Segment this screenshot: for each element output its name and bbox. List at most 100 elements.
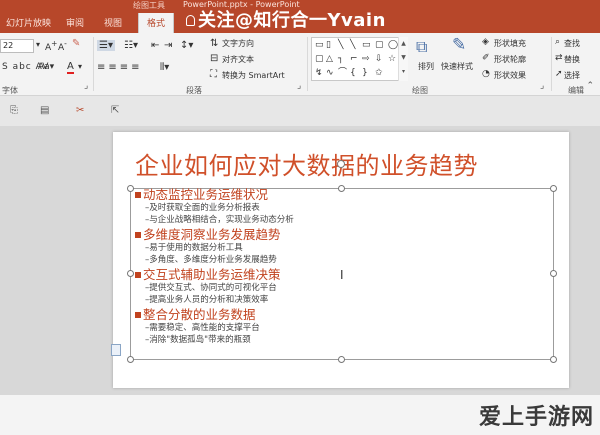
resize-handle-tr[interactable] xyxy=(550,185,557,192)
shape-fill-icon: ◈ xyxy=(482,37,489,47)
resize-handle-l[interactable] xyxy=(127,270,134,277)
increase-indent-icon[interactable]: ⇥ xyxy=(164,40,172,51)
shape-fill-button[interactable]: 形状填充 xyxy=(494,38,526,49)
bullet-heading[interactable]: 交互式辅助业务运维决策 xyxy=(135,267,294,282)
arrange-button[interactable]: 排列 xyxy=(418,61,434,72)
site-watermark: 爱上手游网 xyxy=(478,405,594,430)
bullet-subitem[interactable]: –需要稳定、高性能的支撑平台 xyxy=(135,322,294,334)
numbering-icon[interactable]: ☷▾ xyxy=(124,40,138,51)
curve-shape-icon[interactable]: ⌒ xyxy=(338,68,347,78)
tab-view[interactable]: 视图 xyxy=(104,16,122,29)
text-direction-icon: ⇅ xyxy=(210,38,219,49)
bullet-subitem[interactable]: –与企业战略相结合，实现业务动态分析 xyxy=(135,214,294,226)
star-shape-icon[interactable]: ☆ xyxy=(388,54,396,64)
alignment-icons[interactable]: ≡≡≡≡ xyxy=(97,62,143,73)
resize-handle-tl[interactable] xyxy=(127,185,134,192)
find-icon: ⌕ xyxy=(555,37,561,47)
bullet-heading[interactable]: 动态监控业务运维状况 xyxy=(135,187,294,202)
text-cursor-icon: I xyxy=(340,268,344,282)
align-text-icon: ⊟ xyxy=(210,53,219,64)
text-direction-button[interactable]: 文字方向 xyxy=(222,38,254,49)
line-spacing-icon[interactable]: ↕▾ xyxy=(180,40,193,51)
drawing-dialog-launcher-icon[interactable]: ⌟ xyxy=(540,81,544,91)
group-label-font: 字体 xyxy=(2,86,18,95)
bullets-icon[interactable]: ☰▾ xyxy=(97,40,115,51)
title-bar: 绘图工具 PowerPoint.pptx - PowerPoint 关注@知行合… xyxy=(0,0,600,33)
resize-handle-b[interactable] xyxy=(338,356,345,363)
format-painter-icon[interactable]: ✂ xyxy=(76,105,88,117)
bullet-subitem[interactable]: –多角度、多维度分析业务发展趋势 xyxy=(135,254,294,266)
textbox-shape-icon[interactable]: ▭ xyxy=(315,40,324,50)
bullet-subitem[interactable]: –提供交互式、协同式的可视化平台 xyxy=(135,282,294,294)
rounded-rect-shape-icon[interactable]: ▢ xyxy=(315,54,324,64)
select-button[interactable]: 选择 xyxy=(564,70,580,81)
copy-icon[interactable]: ⎘ xyxy=(10,105,22,117)
bullet-subitem[interactable]: –易于使用的数据分析工具 xyxy=(135,242,294,254)
connector-shape-icon[interactable]: ┐ xyxy=(338,54,343,64)
resize-handle-t[interactable] xyxy=(338,185,345,192)
shape-effects-button[interactable]: 形状效果 xyxy=(494,70,526,81)
find-button[interactable]: 查找 xyxy=(564,38,580,49)
select-cursor-icon[interactable]: ⇱ xyxy=(111,105,123,117)
star-small-shape-icon[interactable]: ✩ xyxy=(375,68,383,78)
smartart-icon: ⛶ xyxy=(210,69,217,80)
shape-outline-button[interactable]: 形状轮廓 xyxy=(494,54,526,65)
shapes-gallery[interactable]: ▭ ▯ ╲ ╲ ▭ ▢ ◯ ▢ △ ┐ ⌐ ⇨ ⇩ ☆ ↯ ∿ ⌒ { } ✩ xyxy=(311,37,407,81)
lightning-shape-icon[interactable]: ↯ xyxy=(315,68,323,78)
decrease-indent-icon[interactable]: ⇤ xyxy=(151,40,159,51)
bullet-subitem[interactable]: –提高业务人员的分析和决策效率 xyxy=(135,294,294,306)
line-shape-icon[interactable]: ╲ xyxy=(338,40,343,50)
context-tab-label: 绘图工具 xyxy=(133,1,165,10)
quick-styles-button[interactable]: 快速样式 xyxy=(441,61,473,72)
resize-handle-bl[interactable] xyxy=(127,356,134,363)
align-text-button[interactable]: 对齐文本 xyxy=(222,54,254,65)
brace-shape-icon[interactable]: } xyxy=(362,68,368,78)
bullet-heading[interactable]: 多维度洞察业务发展趋势 xyxy=(135,227,294,242)
tab-slideshow[interactable]: 幻灯片放映 xyxy=(6,16,51,29)
down-arrow-shape-icon[interactable]: ⇩ xyxy=(375,54,383,64)
right-arrow-shape-icon[interactable]: ⇨ xyxy=(362,54,370,64)
bullet-heading[interactable]: 整合分散的业务数据 xyxy=(135,307,294,322)
convert-smartart-button[interactable]: 转换为 SmartArt xyxy=(222,70,285,81)
replace-button[interactable]: 替换 xyxy=(564,54,580,65)
change-case-icon[interactable]: Aa▾ xyxy=(38,62,54,72)
freeform-shape-icon[interactable]: ∿ xyxy=(326,68,334,78)
bracket-left-shape-icon[interactable]: { xyxy=(350,68,356,78)
font-color-icon[interactable]: A xyxy=(67,62,74,74)
shrink-font-icon[interactable]: A- xyxy=(58,39,67,53)
rotation-handle[interactable] xyxy=(337,160,345,168)
group-label-paragraph: 段落 xyxy=(186,86,202,95)
font-size-field[interactable]: 22 xyxy=(0,39,34,53)
resize-handle-r[interactable] xyxy=(550,270,557,277)
autofit-options-icon[interactable] xyxy=(111,344,121,356)
group-label-editing: 编辑 xyxy=(568,86,584,95)
tab-format[interactable]: 格式 xyxy=(138,13,175,33)
triangle-shape-icon[interactable]: △ xyxy=(326,54,333,64)
resize-handle-br[interactable] xyxy=(550,356,557,363)
oval-shape-icon[interactable]: ◯ xyxy=(388,40,398,50)
rounded-rectangle-shape-icon[interactable]: ▢ xyxy=(375,40,384,50)
arrow-shape-icon[interactable]: ╲ xyxy=(350,40,355,50)
bullet-subitem[interactable]: –及时获取全面的业务分析报表 xyxy=(135,202,294,214)
slide-canvas[interactable]: 企业如何应对大数据的业务趋势 动态监控业务运维状况 –及时获取全面的业务分析报表… xyxy=(111,132,569,388)
elbow-shape-icon[interactable]: ⌐ xyxy=(350,54,358,64)
font-size-dropdown-icon[interactable]: ▾ xyxy=(36,40,40,49)
bullet-subitem[interactable]: –消除"数据孤岛"带来的瓶颈 xyxy=(135,334,294,346)
tab-review[interactable]: 审阅 xyxy=(66,16,84,29)
shape-effects-icon: ◔ xyxy=(482,69,490,79)
vertical-textbox-shape-icon[interactable]: ▯ xyxy=(326,40,331,50)
font-dialog-launcher-icon[interactable]: ⌟ xyxy=(84,81,88,91)
grow-font-icon[interactable]: A+ xyxy=(45,39,57,53)
collapse-ribbon-icon[interactable]: ⌃ xyxy=(586,81,594,91)
quick-access-toolbar: ⎘ ▤ ✂ ⇱ xyxy=(0,96,600,126)
replace-icon: ⇄ xyxy=(555,53,563,63)
slide-title[interactable]: 企业如何应对大数据的业务趋势 xyxy=(135,146,478,181)
paragraph-dialog-launcher-icon[interactable]: ⌟ xyxy=(297,81,301,91)
paste-icon[interactable]: ▤ xyxy=(40,105,52,117)
gallery-scroll[interactable]: ▲ ▼ ▾ xyxy=(398,37,408,81)
clear-formatting-icon[interactable]: ✎ xyxy=(72,38,80,49)
shape-outline-icon: ✐ xyxy=(482,53,490,63)
rectangle-shape-icon[interactable]: ▭ xyxy=(362,40,371,50)
font-color-dropdown-icon[interactable]: ▾ xyxy=(78,62,82,71)
columns-icon[interactable]: ⫴▾ xyxy=(160,62,169,73)
